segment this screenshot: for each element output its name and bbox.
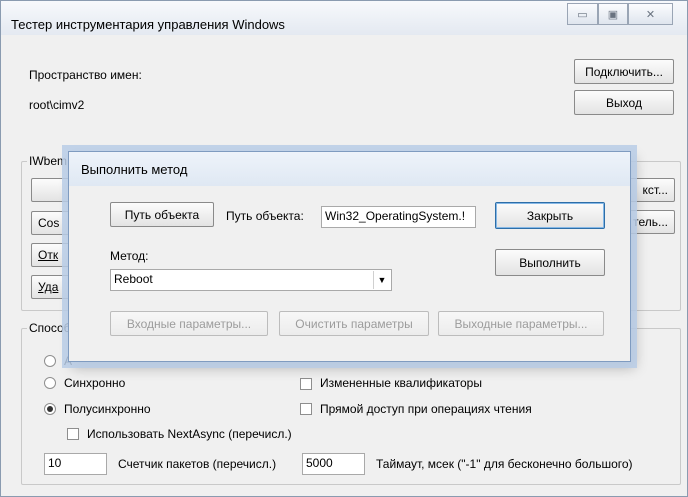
radio-async[interactable] xyxy=(44,355,56,367)
dialog-close-button[interactable]: Закрыть xyxy=(495,202,605,229)
minimize-button[interactable]: ▭ xyxy=(567,3,598,25)
dialog-title-bar: Выполнить метод xyxy=(69,152,630,186)
window-title: Тестер инструментария управления Windows xyxy=(11,17,285,32)
clear-params-button[interactable]: Очистить параметры xyxy=(279,311,429,336)
direct-read-checkbox[interactable] xyxy=(300,403,312,415)
mode-group-label: Способ xyxy=(27,321,73,335)
radio-sync[interactable] xyxy=(44,377,56,389)
method-label: Метод: xyxy=(110,249,149,263)
method-select-value: Reboot xyxy=(114,272,153,286)
execute-method-dialog: Выполнить метод Путь объекта Путь объект… xyxy=(68,151,631,362)
exit-button[interactable]: Выход xyxy=(574,90,674,115)
dialog-title: Выполнить метод xyxy=(81,162,188,177)
nextasync-checkbox[interactable] xyxy=(67,428,79,440)
iwbem-group-label: IWbem xyxy=(27,154,70,168)
changed-qualifiers-checkbox[interactable] xyxy=(300,378,312,390)
radio-semisync-label: Полусинхронно xyxy=(64,402,151,416)
close-window-button[interactable]: ✕ xyxy=(628,3,673,25)
batch-count-label: Счетчик пакетов (перечисл.) xyxy=(118,457,277,471)
direct-read-label: Прямой доступ при операциях чтения xyxy=(320,402,532,416)
input-params-button[interactable]: Входные параметры... xyxy=(110,311,268,336)
object-path-button[interactable]: Путь объекта xyxy=(110,202,214,227)
batch-count-input[interactable]: 10 xyxy=(44,453,107,475)
maximize-button[interactable]: ▣ xyxy=(598,3,628,25)
timeout-label: Таймаут, мсек ("-1" для бесконечно больш… xyxy=(376,457,633,471)
title-bar: Тестер инструментария управления Windows… xyxy=(1,1,687,35)
connect-button[interactable]: Подключить... xyxy=(574,59,674,84)
method-select[interactable]: Reboot ▼ xyxy=(110,269,392,291)
object-path-input[interactable]: Win32_OperatingSystem.! xyxy=(321,206,476,228)
namespace-value: root\cimv2 xyxy=(29,98,85,112)
namespace-label: Пространство имен: xyxy=(29,68,142,82)
radio-semisync[interactable] xyxy=(44,403,56,415)
nextasync-label: Использовать NextAsync (перечисл.) xyxy=(87,427,292,441)
chevron-down-icon[interactable]: ▼ xyxy=(373,271,390,289)
radio-sync-label: Синхронно xyxy=(64,376,126,390)
changed-qualifiers-label: Измененные квалификаторы xyxy=(320,376,482,390)
output-params-button[interactable]: Выходные параметры... xyxy=(438,311,604,336)
object-path-label: Путь объекта: xyxy=(226,209,304,223)
timeout-input[interactable]: 5000 xyxy=(302,453,365,475)
execute-button[interactable]: Выполнить xyxy=(495,249,605,276)
